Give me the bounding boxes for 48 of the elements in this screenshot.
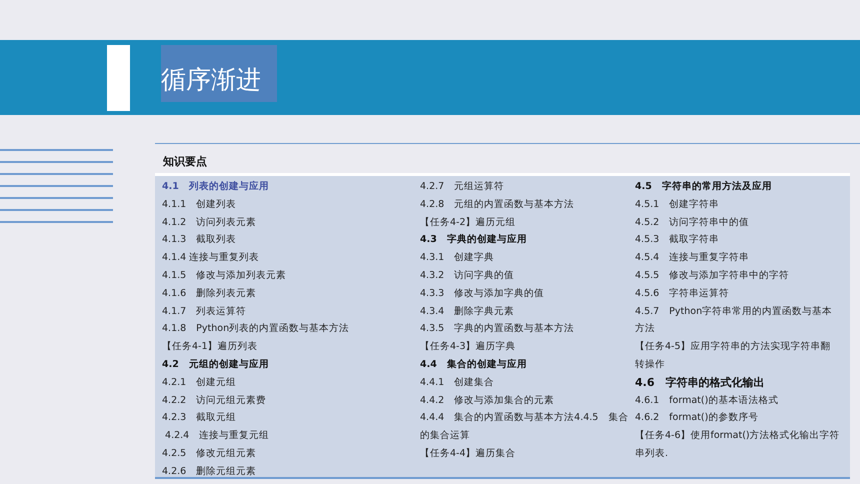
- outline-entry: 4.5.1 创建字符串: [635, 198, 720, 212]
- outline-entry: 4.4.4 集合的内置函数与基本方法4.4.5 集合的集合运算: [420, 411, 630, 444]
- section-title: 知识要点: [163, 155, 207, 168]
- outline-entry: 4.2.1 创建元组: [162, 376, 238, 390]
- outline-entry: 【任务4-4】遍历集合: [420, 446, 517, 461]
- outline-entry: 4.3.1 创建字典: [420, 251, 496, 266]
- outline-entry: 【任务4-2】遍历元组: [420, 216, 517, 230]
- outline-entry: 4.1.1 创建列表: [162, 198, 238, 212]
- outline-entry: 4.3.2 访问字典的值: [420, 268, 516, 283]
- outline-entry: 4.5.4 连接与重复字符串: [635, 251, 750, 266]
- outline-entry: 4.1.3 截取列表: [162, 233, 238, 248]
- outline-entry: 4.2.5 修改元组元素: [162, 446, 258, 461]
- outline-heading: 4.6 字符串的格式化输出: [635, 374, 766, 391]
- outline-entry: 4.4.1 创建集合: [420, 376, 496, 390]
- outline-entry: 4.5.6 字符串运算符: [635, 286, 730, 301]
- outline-entry: 【任务4-6】使用format()方法格式化输出字符串列表.: [635, 429, 840, 461]
- outline-entry: 4.5.2 访问字符串中的值: [635, 216, 750, 230]
- outline-entry: 4.4.2 修改与添加集合的元素: [420, 394, 556, 408]
- outline-entry: 4.2.4 连接与重复元组: [164, 429, 270, 444]
- outline-entry: 4.6.1 format()的基本语法格式: [635, 394, 780, 408]
- outline-entry: 4.2.3 截取元组: [162, 411, 238, 426]
- bar-icon: [107, 45, 130, 111]
- outline-entry: 4.1.4 连接与重复列表: [162, 251, 260, 266]
- outline-entry: 4.1.6 删除列表元素: [162, 286, 258, 301]
- outline-entry: 4.3.5 字典的内置函数与基本方法: [420, 322, 576, 336]
- outline-entry: 4.3.3 修改与添加字典的值: [420, 286, 546, 301]
- outline-entry: 4.3.4 删除字典元素: [420, 304, 516, 319]
- outline-entry: 4.2.8 元组的内置函数与基本方法: [420, 198, 576, 212]
- outline-entry: 4.1.8 Python列表的内置函数与基本方法: [162, 322, 350, 336]
- outline-heading: 4.4 集合的创建与应用: [420, 358, 528, 372]
- outline-entry: 4.1.5 修改与添加列表元素: [162, 268, 288, 283]
- outline-entry: 【任务4-3】遍历字典: [420, 340, 517, 354]
- outline-entry: 【任务4-5】应用字符串的方法实现字符串翻转操作: [635, 340, 832, 372]
- outline-entry: 【任务4-1】遍历列表: [162, 340, 259, 354]
- slide-title: 循序渐进: [161, 45, 277, 102]
- outline-heading: 4.2 元组的创建与应用: [162, 358, 270, 372]
- outline-entry: 4.5.3 截取字符串: [635, 233, 720, 248]
- outline-entry: 4.6.2 format()的参数序号: [635, 411, 760, 426]
- outline-entry: 4.2.2 访问元组元素费: [162, 394, 268, 408]
- outline-entry: 4.2.6 删除元组元素: [162, 464, 258, 479]
- outline-entry: 4.5.5 修改与添加字符串中的字符: [635, 268, 790, 283]
- outline-heading: 4.1 列表的创建与应用: [162, 180, 270, 194]
- outline-entry: 4.1.2 访问列表元素: [162, 216, 258, 230]
- outline-entry: 4.5.7 Python字符串常用的内置函数与基本方法: [635, 304, 834, 336]
- outline-entry: 4.2.7 元组运算符: [420, 180, 506, 194]
- outline-heading: 4.5 字符串的常用方法及应用: [635, 180, 773, 194]
- outline-entry: 4.1.7 列表运算符: [162, 304, 248, 319]
- outline-heading: 4.3 字典的创建与应用: [420, 232, 528, 248]
